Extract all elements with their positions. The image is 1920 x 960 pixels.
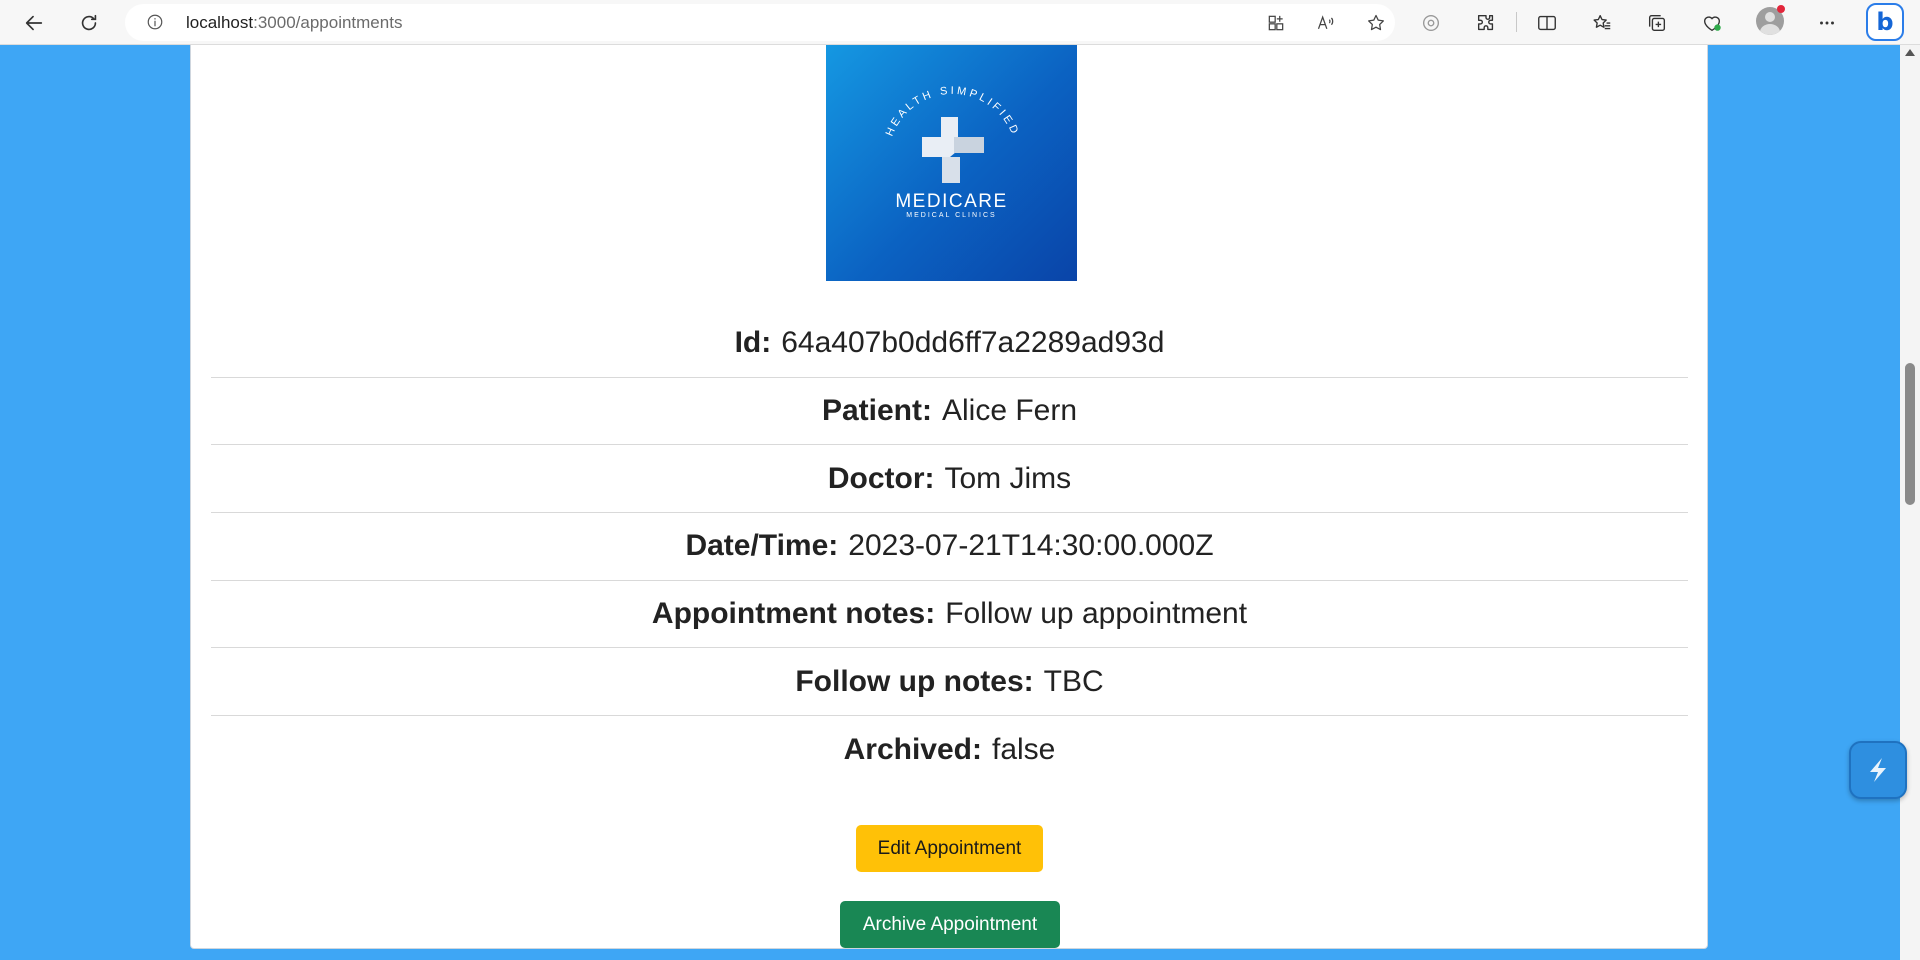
extension-icon[interactable] xyxy=(1414,6,1448,40)
field-datetime: Date/Time: 2023-07-21T14:30:00.000Z xyxy=(211,513,1688,581)
read-aloud-icon[interactable] xyxy=(1314,11,1338,35)
archive-appointment-button[interactable]: Archive Appointment xyxy=(840,901,1060,948)
field-archived: Archived: false xyxy=(211,716,1688,784)
appointment-details: Id: 64a407b0dd6ff7a2289ad93d Patient: Al… xyxy=(211,310,1688,784)
medicare-logo-graphic: HEALTH SIMPLIFIED xyxy=(884,85,1018,183)
field-id-label: Id: xyxy=(734,326,772,360)
scroll-up-arrow-icon[interactable] xyxy=(1905,49,1915,56)
field-follow-up-notes: Follow up notes: TBC xyxy=(211,648,1688,717)
page-scrollbar[interactable] xyxy=(1900,45,1920,960)
field-appointment-notes: Appointment notes: Follow up appointment xyxy=(211,581,1688,649)
floating-assistant-button[interactable] xyxy=(1849,741,1907,799)
split-screen-icon[interactable] xyxy=(1530,6,1564,40)
field-follow-up-notes-label: Follow up notes: xyxy=(795,664,1034,698)
browser-essentials-icon[interactable] xyxy=(1695,6,1729,40)
field-datetime-label: Date/Time: xyxy=(685,529,839,563)
browser-toolbar: localhost:3000/appointments b xyxy=(0,0,1920,45)
field-appointment-notes-label: Appointment notes: xyxy=(651,597,936,631)
field-patient-label: Patient: xyxy=(821,394,932,428)
app-available-icon[interactable] xyxy=(1264,11,1288,35)
field-id: Id: 64a407b0dd6ff7a2289ad93d xyxy=(211,310,1688,378)
scroll-thumb[interactable] xyxy=(1905,363,1915,505)
logo-subtitle: MEDICAL CLINICS xyxy=(906,212,997,219)
field-archived-label: Archived: xyxy=(843,732,982,766)
field-patient: Patient: Alice Fern xyxy=(211,378,1688,446)
url-host: localhost xyxy=(186,13,254,32)
field-follow-up-notes-value: TBC xyxy=(1043,664,1104,698)
field-doctor-label: Doctor: xyxy=(827,461,935,495)
field-datetime-value: 2023-07-21T14:30:00.000Z xyxy=(848,529,1214,563)
url-path: :3000/appointments xyxy=(253,13,403,32)
notification-dot xyxy=(1777,5,1785,13)
url-text[interactable]: localhost:3000/appointments xyxy=(186,13,402,33)
field-archived-value: false xyxy=(992,732,1056,766)
cross-icon xyxy=(922,117,984,183)
lightning-icon xyxy=(1870,758,1886,782)
appointment-card: HEALTH SIMPLIFIED MEDICARE MEDICAL CLINI… xyxy=(190,45,1708,949)
logo-name: MEDICARE xyxy=(895,191,1008,212)
edit-appointment-button[interactable]: Edit Appointment xyxy=(856,825,1043,872)
favorite-star-icon[interactable] xyxy=(1364,11,1388,35)
address-bar[interactable]: localhost:3000/appointments xyxy=(125,4,1395,41)
field-patient-value: Alice Fern xyxy=(941,394,1078,428)
field-doctor: Doctor: Tom Jims xyxy=(211,445,1688,514)
collections-icon[interactable] xyxy=(1640,6,1674,40)
field-appointment-notes-value: Follow up appointment xyxy=(945,597,1248,631)
toolbar-divider xyxy=(1516,12,1517,32)
back-icon[interactable] xyxy=(17,6,51,40)
field-doctor-value: Tom Jims xyxy=(944,461,1072,495)
site-info-icon[interactable] xyxy=(145,12,165,32)
refresh-icon[interactable] xyxy=(72,6,106,40)
more-menu-icon[interactable] xyxy=(1810,6,1844,40)
favorites-icon[interactable] xyxy=(1585,6,1619,40)
field-id-value: 64a407b0dd6ff7a2289ad93d xyxy=(781,326,1165,360)
puzzle-extensions-icon[interactable] xyxy=(1469,6,1503,40)
copilot-icon[interactable]: b xyxy=(1866,3,1904,41)
medicare-logo: HEALTH SIMPLIFIED MEDICARE MEDICAL CLINI… xyxy=(826,45,1077,281)
